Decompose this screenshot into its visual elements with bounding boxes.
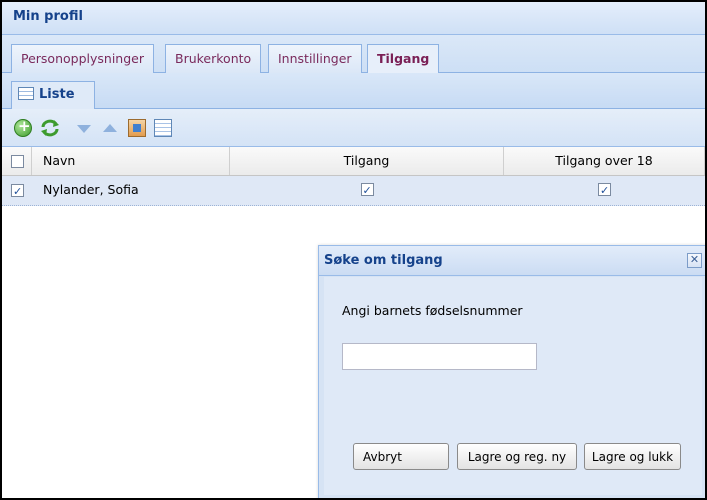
add-icon[interactable] [14,117,32,137]
grid-header: Navn Tilgang Tilgang over 18 [2,147,705,176]
export-icon[interactable] [128,119,146,137]
save-and-new-button[interactable]: Lagre og reg. ny [457,443,577,470]
tilgang-checkbox[interactable] [360,177,374,205]
tilgang-over-18-checkbox[interactable] [598,177,611,205]
tab-strip: Personopplysninger Brukerkonto Innstilli… [2,35,705,74]
grid-icon [18,87,34,100]
subtab-strip: Liste [2,73,705,109]
column-header-tilgang-over-18[interactable]: Tilgang over 18 [504,147,705,175]
birth-number-input[interactable] [342,343,537,370]
close-icon[interactable]: ✕ [687,253,702,268]
tab-tilgang[interactable]: Tilgang [367,44,440,74]
column-header-navn[interactable]: Navn [32,147,230,175]
dialog-header[interactable]: Søke om tilgang ✕ [319,246,705,276]
table-row[interactable]: Nylander, Sofia [2,176,705,206]
tab-innstillinger[interactable]: Innstillinger [268,44,362,73]
row-name: Nylander, Sofia [43,182,139,197]
refresh-icon[interactable] [40,119,60,137]
row-tilgang-cell [230,176,504,205]
move-down-icon[interactable] [77,125,91,133]
cancel-button[interactable]: Avbryt [353,443,449,470]
request-access-dialog: Søke om tilgang ✕ Angi barnets fødselsnu… [318,245,705,498]
row-tilgang-over-18-cell [504,176,705,205]
dialog-title: Søke om tilgang [324,253,443,268]
save-and-close-button[interactable]: Lagre og lukk [584,443,681,470]
access-grid: Navn Tilgang Tilgang over 18 Nylander, S… [2,147,705,206]
window-titlebar: Min profil [2,2,705,35]
move-up-icon[interactable] [103,124,117,132]
subtab-liste[interactable]: Liste [11,81,95,109]
row-select-checkbox[interactable] [11,178,24,206]
subtab-liste-label: Liste [39,87,75,102]
tab-personopplysninger[interactable]: Personopplysninger [11,44,154,73]
columns-icon[interactable] [154,119,172,137]
column-header-tilgang[interactable]: Tilgang [230,147,504,175]
header-select-all[interactable] [2,147,32,175]
birth-number-label: Angi barnets fødselsnummer [342,303,523,318]
profile-window: Min profil Personopplysninger Brukerkont… [0,0,707,500]
window-title: Min profil [13,9,83,24]
row-select-cell[interactable] [2,176,32,206]
dialog-body: Angi barnets fødselsnummer Avbryt Lagre … [324,277,702,495]
grid-toolbar [2,109,705,147]
select-all-checkbox[interactable] [11,155,24,168]
tab-brukerkonto[interactable]: Brukerkonto [165,44,262,73]
